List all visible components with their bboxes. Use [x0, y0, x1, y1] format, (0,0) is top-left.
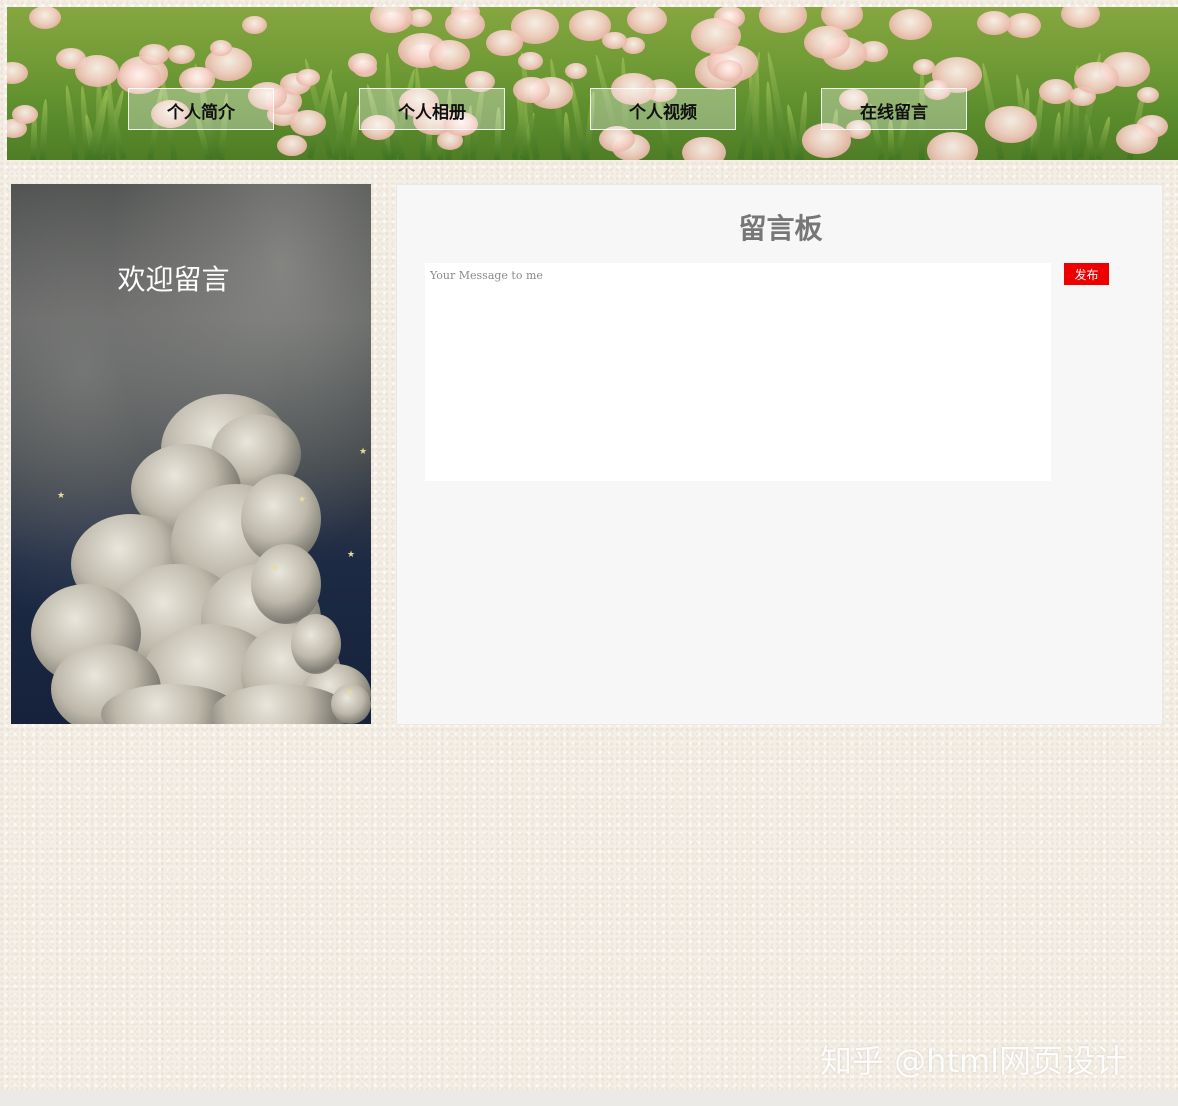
tulip-shape — [168, 44, 195, 64]
header-banner: 个人简介 个人相册 个人视频 在线留言 — [7, 7, 1178, 160]
zhihu-watermark: 知乎 @html网页设计 — [820, 1042, 1128, 1080]
tulip-shape — [11, 105, 38, 124]
tulip-shape — [690, 17, 742, 55]
tulip-shape — [564, 63, 587, 80]
tulip-shape — [1116, 123, 1159, 155]
tulip-shape — [804, 26, 850, 59]
tulip-shape — [1005, 12, 1042, 39]
star-icon: ★ — [346, 688, 355, 698]
nav-item-album[interactable]: 个人相册 — [359, 88, 505, 130]
tulip-shape — [289, 110, 326, 137]
leaf-shape — [63, 85, 78, 160]
message-input[interactable] — [425, 263, 1051, 481]
welcome-heading: 欢迎留言 — [117, 263, 230, 296]
tulip-shape — [682, 136, 727, 160]
star-icon: ★ — [359, 447, 368, 457]
tulip-shape — [927, 131, 979, 160]
nav-item-profile[interactable]: 个人简介 — [128, 88, 274, 130]
tulip-shape — [889, 9, 933, 41]
nav-item-label: 个人简介 — [167, 102, 235, 123]
page-bottom-strip — [0, 1090, 1178, 1106]
tulip-shape — [369, 7, 414, 33]
tulip-shape — [209, 39, 233, 56]
tulip-shape — [1061, 7, 1101, 28]
message-board: 留言板 发布 — [396, 184, 1163, 725]
star-icon: ★ — [57, 491, 66, 501]
tulip-shape — [7, 62, 28, 85]
welcome-panel: ★ ★ ★ ★ ★ ★ 欢迎留言 — [11, 184, 371, 724]
tulip-shape — [1136, 87, 1159, 104]
leaf-shape — [39, 98, 49, 160]
cloud-shape — [251, 544, 321, 624]
nav-item-guestbook[interactable]: 在线留言 — [821, 88, 967, 130]
tulip-shape — [985, 105, 1038, 144]
cloud-shape — [291, 614, 341, 674]
star-icon: ★ — [347, 550, 356, 560]
tulip-shape — [713, 59, 744, 81]
leaf-shape — [562, 112, 571, 160]
nav-item-video[interactable]: 个人视频 — [590, 88, 736, 130]
tulip-shape — [29, 7, 61, 29]
tulip-shape — [277, 134, 307, 156]
tulip-shape — [1074, 62, 1119, 95]
nav-item-label: 在线留言 — [860, 102, 928, 123]
tulip-shape — [598, 126, 635, 152]
tulip-shape — [428, 40, 470, 70]
tulip-shape — [348, 53, 378, 74]
tulip-shape — [518, 52, 543, 70]
tulip-shape — [74, 54, 120, 87]
post-button[interactable]: 发布 — [1064, 263, 1109, 285]
tulip-shape — [626, 7, 667, 34]
board-title: 留言板 — [738, 212, 823, 245]
tulip-shape — [976, 10, 1011, 35]
tulip-shape — [444, 9, 485, 39]
tulip-shape — [485, 29, 523, 57]
nav-item-label: 个人相册 — [398, 102, 466, 123]
star-icon: ★ — [298, 495, 307, 505]
star-icon: ★ — [271, 563, 280, 573]
tulip-shape — [242, 16, 267, 35]
tulip-shape — [296, 69, 320, 87]
leaf-shape — [1095, 116, 1113, 160]
nav-item-label: 个人视频 — [629, 102, 697, 123]
tulip-shape — [513, 76, 551, 104]
tulip-shape — [139, 44, 169, 66]
tulip-shape — [759, 7, 808, 33]
